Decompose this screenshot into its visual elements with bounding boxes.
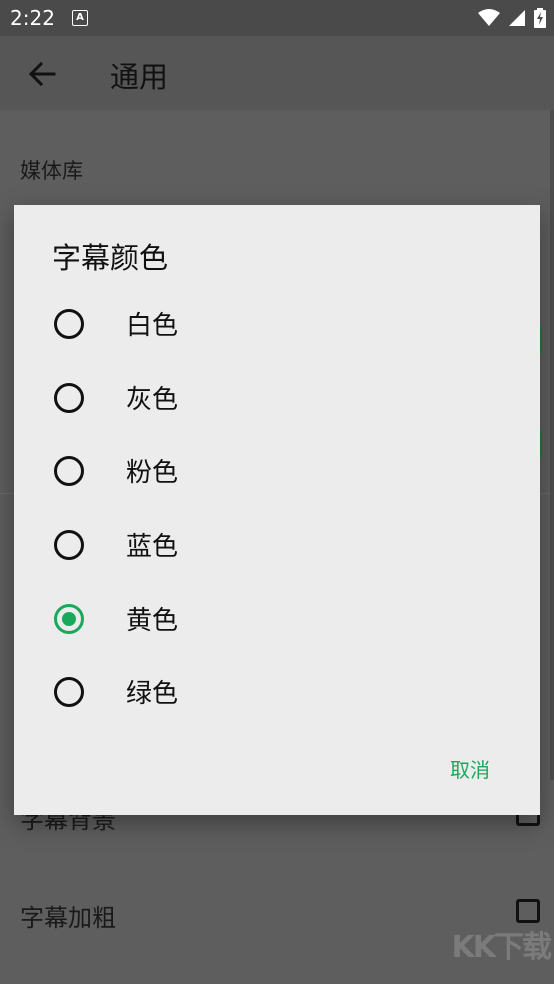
option-label: 蓝色: [126, 532, 179, 562]
app-bar: 通用: [0, 36, 554, 110]
status-icons: [478, 6, 546, 30]
cancel-button[interactable]: 取消: [446, 750, 494, 787]
option-white[interactable]: 白色: [14, 287, 540, 360]
radio-button[interactable]: [54, 309, 84, 339]
option-gray[interactable]: 灰色: [14, 361, 540, 434]
setting-subtitle-bold-label: 字幕加粗: [20, 904, 116, 932]
status-bar: 2:22 A: [0, 0, 554, 36]
radio-button[interactable]: [54, 383, 84, 413]
radio-button[interactable]: [54, 530, 84, 560]
dialog-title: 字幕颜色: [52, 241, 169, 275]
page-title: 通用: [110, 60, 169, 94]
radio-button[interactable]: [54, 456, 84, 486]
wifi-icon: [478, 9, 500, 26]
status-time: 2:22: [10, 6, 55, 30]
option-label: 灰色: [126, 385, 179, 415]
back-arrow-icon[interactable]: [24, 56, 60, 92]
subtitle-color-dialog: 字幕颜色 白色 灰色 粉色 蓝色 黄色 绿色 取消: [14, 205, 540, 815]
battery-icon: [534, 8, 546, 28]
notification-icon: A: [72, 10, 88, 26]
option-label: 粉色: [126, 458, 179, 488]
watermark-logo: KK下载: [451, 930, 552, 965]
option-blue[interactable]: 蓝色: [14, 508, 540, 581]
option-label: 黄色: [126, 606, 179, 636]
scrollbar[interactable]: [550, 110, 554, 780]
option-green[interactable]: 绿色: [14, 655, 540, 728]
option-label: 绿色: [126, 679, 179, 709]
radio-button-selected[interactable]: [54, 604, 84, 634]
section-header-media-library: 媒体库: [20, 159, 83, 183]
subtitle-bold-checkbox[interactable]: [516, 899, 540, 923]
option-yellow[interactable]: 黄色: [14, 582, 540, 655]
radio-button[interactable]: [54, 677, 84, 707]
signal-icon: [509, 10, 525, 26]
option-label: 白色: [126, 311, 179, 341]
option-pink[interactable]: 粉色: [14, 434, 540, 507]
